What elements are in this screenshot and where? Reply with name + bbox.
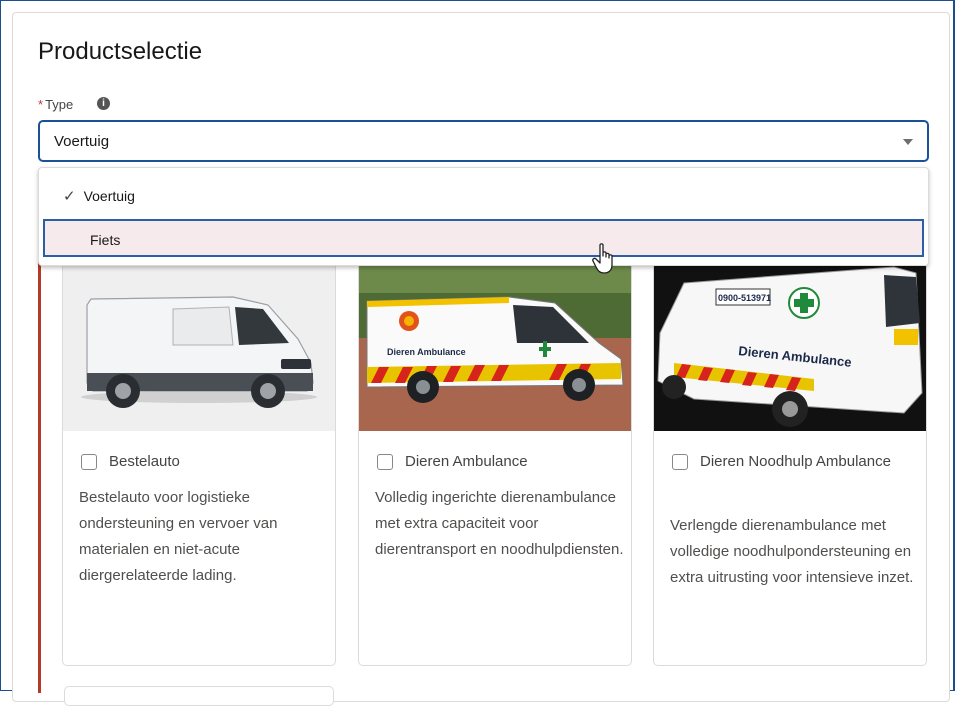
option-label: Voertuig [83,188,135,204]
product-image-ambulance: Dieren Ambulance [359,263,631,431]
product-description: Verlengde dierenambulance met volledige … [670,517,914,586]
product-name: Dieren Noodhulp Ambulance [700,453,891,470]
product-name: Dieren Ambulance [405,453,528,470]
product-checkbox[interactable] [81,454,97,470]
type-select[interactable]: Voertuig [38,120,929,162]
option-fiets[interactable]: Fiets [43,219,924,257]
option-voertuig[interactable]: ✓ Voertuig [63,187,135,205]
product-card-bestelauto: Bestelauto Bestelauto voor logistieke on… [62,262,336,666]
required-marker: * [38,97,44,112]
hand-pointer-cursor-icon [592,243,613,274]
type-select-value: Voertuig [54,133,110,150]
product-image-emergency-ambulance: 0900-513971 Dieren Ambulance [654,263,926,431]
checkmark-icon: ✓ [63,188,76,205]
chevron-down-icon [903,139,913,145]
product-description: Bestelauto voor logistieke ondersteuning… [79,489,278,584]
product-checkbox[interactable] [672,454,688,470]
type-dropdown-menu: ✓ Voertuig Fiets [38,167,929,266]
product-name: Bestelauto [109,453,180,470]
product-image-van [63,263,335,431]
product-card-dieren-noodhulp-ambulance: 0900-513971 Dieren Ambulance Dieren Nood… [653,262,927,666]
page-title: Productselectie [38,38,203,65]
product-description: Volledig ingerichte dierenambulance met … [375,489,624,558]
type-field-label: * Type [38,97,73,112]
product-checkbox[interactable] [377,454,393,470]
product-card-dieren-ambulance: Dieren Ambulance Dieren Ambulance Volled… [358,262,632,666]
van-phone-text: 0900-513971 [718,293,771,303]
section-accent-line [38,262,41,693]
next-product-card-partial [64,686,334,706]
van-brand-text: Dieren Ambulance [387,347,466,357]
info-icon[interactable]: i [97,97,110,110]
option-label: Fiets [90,232,121,248]
type-label-text: Type [45,97,74,112]
